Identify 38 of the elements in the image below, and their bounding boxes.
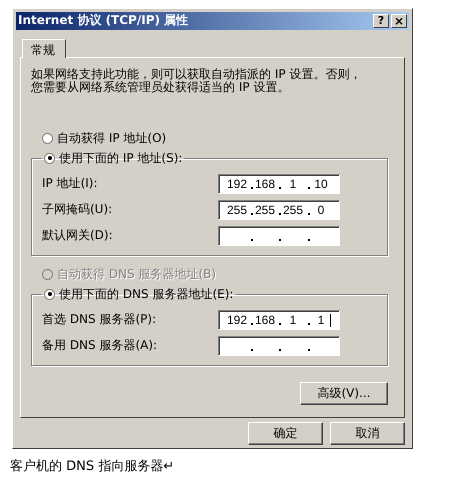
octet-text: 255 — [226, 202, 248, 217]
octet-text: 1 — [290, 176, 296, 191]
ip-address-field[interactable]: 192 168 1 1 — [218, 310, 340, 330]
window-title: Internet 协议 (TCP/IP) 属性 — [18, 12, 190, 30]
advanced-button[interactable]: 高级(V)... — [300, 382, 388, 405]
octet-text: 192 — [226, 312, 248, 327]
ip-address-field[interactable] — [218, 336, 340, 356]
radio-button[interactable] — [42, 132, 53, 144]
octet-text: 0 — [318, 202, 324, 217]
field-label: IP 地址(I): — [42, 175, 99, 192]
field-label: 备用 DNS 服务器(A): — [42, 337, 158, 354]
radio-label[interactable]: 使用下面的 DNS 服务器地址(E): — [59, 286, 234, 303]
octet-text: 10 — [314, 176, 328, 191]
radio-label[interactable]: 使用下面的 IP 地址(S): — [59, 150, 182, 167]
octet-text: 1 — [318, 312, 324, 327]
octet-text: 255 — [254, 202, 276, 217]
octet-text: 255 — [282, 202, 304, 217]
octet-text: 168 — [254, 176, 276, 191]
field-label: 默认网关(D): — [42, 227, 114, 244]
tab[interactable]: 常规 — [22, 38, 66, 58]
text-cursor — [330, 314, 331, 327]
ip-address-field[interactable]: 192 168 1 10 — [218, 174, 340, 194]
octet-text: 1 — [290, 312, 296, 327]
dialog-button[interactable]: 确定 — [248, 422, 323, 445]
dialog-button[interactable]: 取消 — [330, 422, 405, 445]
octet-text: 192 — [226, 176, 248, 191]
ip-address-field[interactable]: 255 255 255 0 — [218, 200, 340, 220]
radio-button[interactable] — [44, 288, 55, 300]
field-label: 首选 DNS 服务器(P): — [42, 311, 158, 328]
help-button[interactable]: ? — [373, 14, 389, 28]
radio-button[interactable] — [44, 152, 55, 164]
field-label: 子网掩码(U): — [42, 201, 114, 218]
description-text: 如果网络支持此功能，则可以获取自动指派的 IP 设置。否则，您需要从网络系统管理员处获得适当的 IP 设置。 — [31, 68, 362, 94]
radio-label[interactable]: 自动获得 IP 地址(O) — [57, 130, 166, 147]
caption-text: 客户机的 DNS 指向服务器↵ — [10, 458, 176, 475]
octet-text: 168 — [254, 312, 276, 327]
ip-address-field[interactable] — [218, 226, 340, 246]
close-button[interactable]: × — [391, 14, 407, 28]
